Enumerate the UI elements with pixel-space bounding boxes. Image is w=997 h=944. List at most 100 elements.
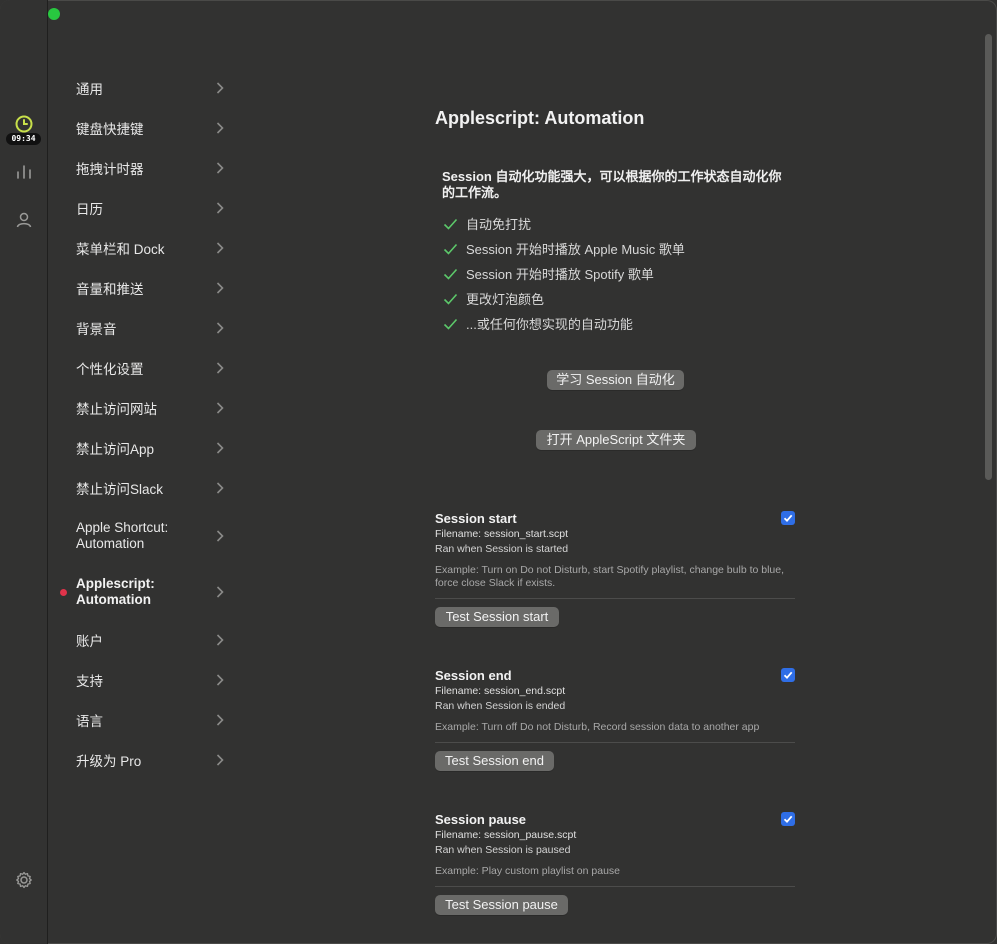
nav-item-label-line1: Apple Shortcut: bbox=[76, 520, 169, 535]
nav-item-apple-shortcut-automation[interactable]: Apple Shortcut: Automation bbox=[48, 508, 238, 564]
vertical-scrollbar[interactable] bbox=[985, 34, 992, 480]
session-end-filename: Filename: session_end.scpt bbox=[435, 685, 566, 697]
checkmark-icon bbox=[783, 815, 793, 824]
feature-list-item: 自动免打扰 bbox=[443, 214, 531, 233]
checkmark-icon bbox=[783, 514, 793, 523]
divider bbox=[435, 886, 795, 887]
nav-item-label: 禁止访问Slack bbox=[76, 482, 164, 497]
active-indicator-dot bbox=[60, 589, 67, 596]
user-profile-icon[interactable] bbox=[14, 210, 34, 230]
chevron-right-icon bbox=[216, 482, 224, 494]
divider bbox=[435, 598, 795, 599]
nav-item-volume-notifications[interactable]: 音量和推送 bbox=[48, 268, 238, 308]
chevron-right-icon bbox=[216, 82, 224, 94]
chevron-right-icon bbox=[216, 754, 224, 766]
nav-item-menubar-dock[interactable]: 菜单栏和 Dock bbox=[48, 228, 238, 268]
session-pause-checkbox[interactable] bbox=[781, 812, 795, 826]
nav-item-label: 账户 bbox=[76, 634, 103, 649]
session-pause-ran-when: Ran when Session is paused bbox=[435, 844, 571, 856]
chevron-right-icon bbox=[216, 202, 224, 214]
nav-item-label: Applescript: Automation bbox=[76, 576, 155, 608]
nav-item-block-apps[interactable]: 禁止访问App bbox=[48, 428, 238, 468]
learn-session-automation-button[interactable]: 学习 Session 自动化 bbox=[547, 370, 684, 390]
chevron-right-icon bbox=[216, 242, 224, 254]
session-end-title: Session end bbox=[435, 668, 512, 683]
nav-item-label: 日历 bbox=[76, 202, 103, 217]
nav-item-label: 通用 bbox=[76, 82, 103, 97]
chevron-right-icon bbox=[216, 442, 224, 454]
nav-item-label: 个性化设置 bbox=[76, 362, 144, 377]
chevron-right-icon bbox=[216, 586, 224, 598]
nav-item-label: 语言 bbox=[76, 714, 103, 729]
feature-text: 自动免打扰 bbox=[466, 217, 532, 232]
chevron-right-icon bbox=[216, 282, 224, 294]
chevron-right-icon bbox=[216, 674, 224, 686]
chevron-right-icon bbox=[216, 162, 224, 174]
feature-text: Session 开始时播放 Spotify 歌单 bbox=[466, 267, 654, 282]
page-title: Applescript: Automation bbox=[435, 108, 645, 128]
nav-item-label-line2: Automation bbox=[76, 592, 151, 607]
nav-item-background-sound[interactable]: 背景音 bbox=[48, 308, 238, 348]
chevron-right-icon bbox=[216, 322, 224, 334]
session-start-filename: Filename: session_start.scpt bbox=[435, 528, 569, 540]
nav-item-applescript-automation[interactable]: Applescript: Automation bbox=[48, 564, 238, 620]
nav-item-drag-timer[interactable]: 拖拽计时器 bbox=[48, 148, 238, 188]
test-session-pause-button[interactable]: Test Session pause bbox=[435, 895, 568, 915]
session-start-checkbox[interactable] bbox=[781, 511, 795, 525]
session-start-title: Session start bbox=[435, 511, 517, 526]
nav-item-label-line1: Applescript: bbox=[76, 576, 155, 591]
nav-item-block-slack[interactable]: 禁止访问Slack bbox=[48, 468, 238, 508]
icon-rail: 09:34 bbox=[0, 0, 48, 944]
settings-gear-icon[interactable] bbox=[14, 870, 34, 890]
nav-item-label: 拖拽计时器 bbox=[76, 162, 144, 177]
nav-item-label: 支持 bbox=[76, 674, 103, 689]
checkmark-icon bbox=[443, 218, 458, 230]
nav-item-label: 禁止访问网站 bbox=[76, 402, 157, 417]
nav-item-label: 升级为 Pro bbox=[76, 754, 142, 769]
nav-item-keyboard-shortcuts[interactable]: 键盘快捷键 bbox=[48, 108, 238, 148]
feature-text: 更改灯泡颜色 bbox=[466, 292, 545, 307]
nav-item-label: 菜单栏和 Dock bbox=[76, 242, 165, 257]
nav-item-block-websites[interactable]: 禁止访问网站 bbox=[48, 388, 238, 428]
nav-item-label: 键盘快捷键 bbox=[76, 122, 144, 137]
session-end-ran-when: Ran when Session is ended bbox=[435, 700, 566, 712]
open-applescript-folder-button[interactable]: 打开 AppleScript 文件夹 bbox=[536, 430, 696, 450]
session-pause-example: Example: Play custom playlist on pause bbox=[435, 865, 621, 877]
nav-item-upgrade-pro[interactable]: 升级为 Pro bbox=[48, 740, 238, 780]
nav-item-language[interactable]: 语言 bbox=[48, 700, 238, 740]
feature-list-item: ...或任何你想实现的自动功能 bbox=[443, 314, 633, 333]
chevron-right-icon bbox=[216, 362, 224, 374]
chevron-right-icon bbox=[216, 122, 224, 134]
feature-text: Session 开始时播放 Apple Music 歌单 bbox=[466, 242, 685, 257]
chevron-right-icon bbox=[216, 402, 224, 414]
session-start-ran-when: Ran when Session is started bbox=[435, 543, 569, 555]
timer-time-badge: 09:34 bbox=[6, 133, 41, 145]
checkmark-icon bbox=[443, 293, 458, 305]
nav-item-label: Apple Shortcut: Automation bbox=[76, 520, 168, 552]
feature-list-item: Session 开始时播放 Apple Music 歌单 bbox=[443, 239, 685, 258]
statistics-chart-icon[interactable] bbox=[14, 162, 34, 182]
session-end-checkbox[interactable] bbox=[781, 668, 795, 682]
session-pause-filename: Filename: session_pause.scpt bbox=[435, 829, 577, 841]
divider bbox=[435, 742, 795, 743]
checkmark-icon bbox=[443, 268, 458, 280]
nav-item-account[interactable]: 账户 bbox=[48, 620, 238, 660]
nav-item-label: 禁止访问App bbox=[76, 442, 155, 457]
chevron-right-icon bbox=[216, 634, 224, 646]
test-session-end-button[interactable]: Test Session end bbox=[435, 751, 554, 771]
app-window: 09:34 通用 键盘快捷键 拖拽计时器 日历 菜单栏和 Dock 音量和推送 … bbox=[0, 0, 997, 944]
session-pause-title: Session pause bbox=[435, 812, 527, 827]
nav-item-general[interactable]: 通用 bbox=[48, 68, 238, 108]
nav-item-personalization[interactable]: 个性化设置 bbox=[48, 348, 238, 388]
zoom-window-button[interactable] bbox=[48, 8, 60, 20]
checkmark-icon bbox=[443, 318, 458, 330]
nav-item-calendar[interactable]: 日历 bbox=[48, 188, 238, 228]
test-session-start-button[interactable]: Test Session start bbox=[435, 607, 559, 627]
nav-item-label: 背景音 bbox=[76, 322, 117, 337]
checkmark-icon bbox=[443, 243, 458, 255]
session-end-example: Example: Turn off Do not Disturb, Record… bbox=[435, 721, 760, 733]
feature-list-item: 更改灯泡颜色 bbox=[443, 289, 544, 308]
nav-item-label: 音量和推送 bbox=[76, 282, 144, 297]
chevron-right-icon bbox=[216, 530, 224, 542]
nav-item-support[interactable]: 支持 bbox=[48, 660, 238, 700]
